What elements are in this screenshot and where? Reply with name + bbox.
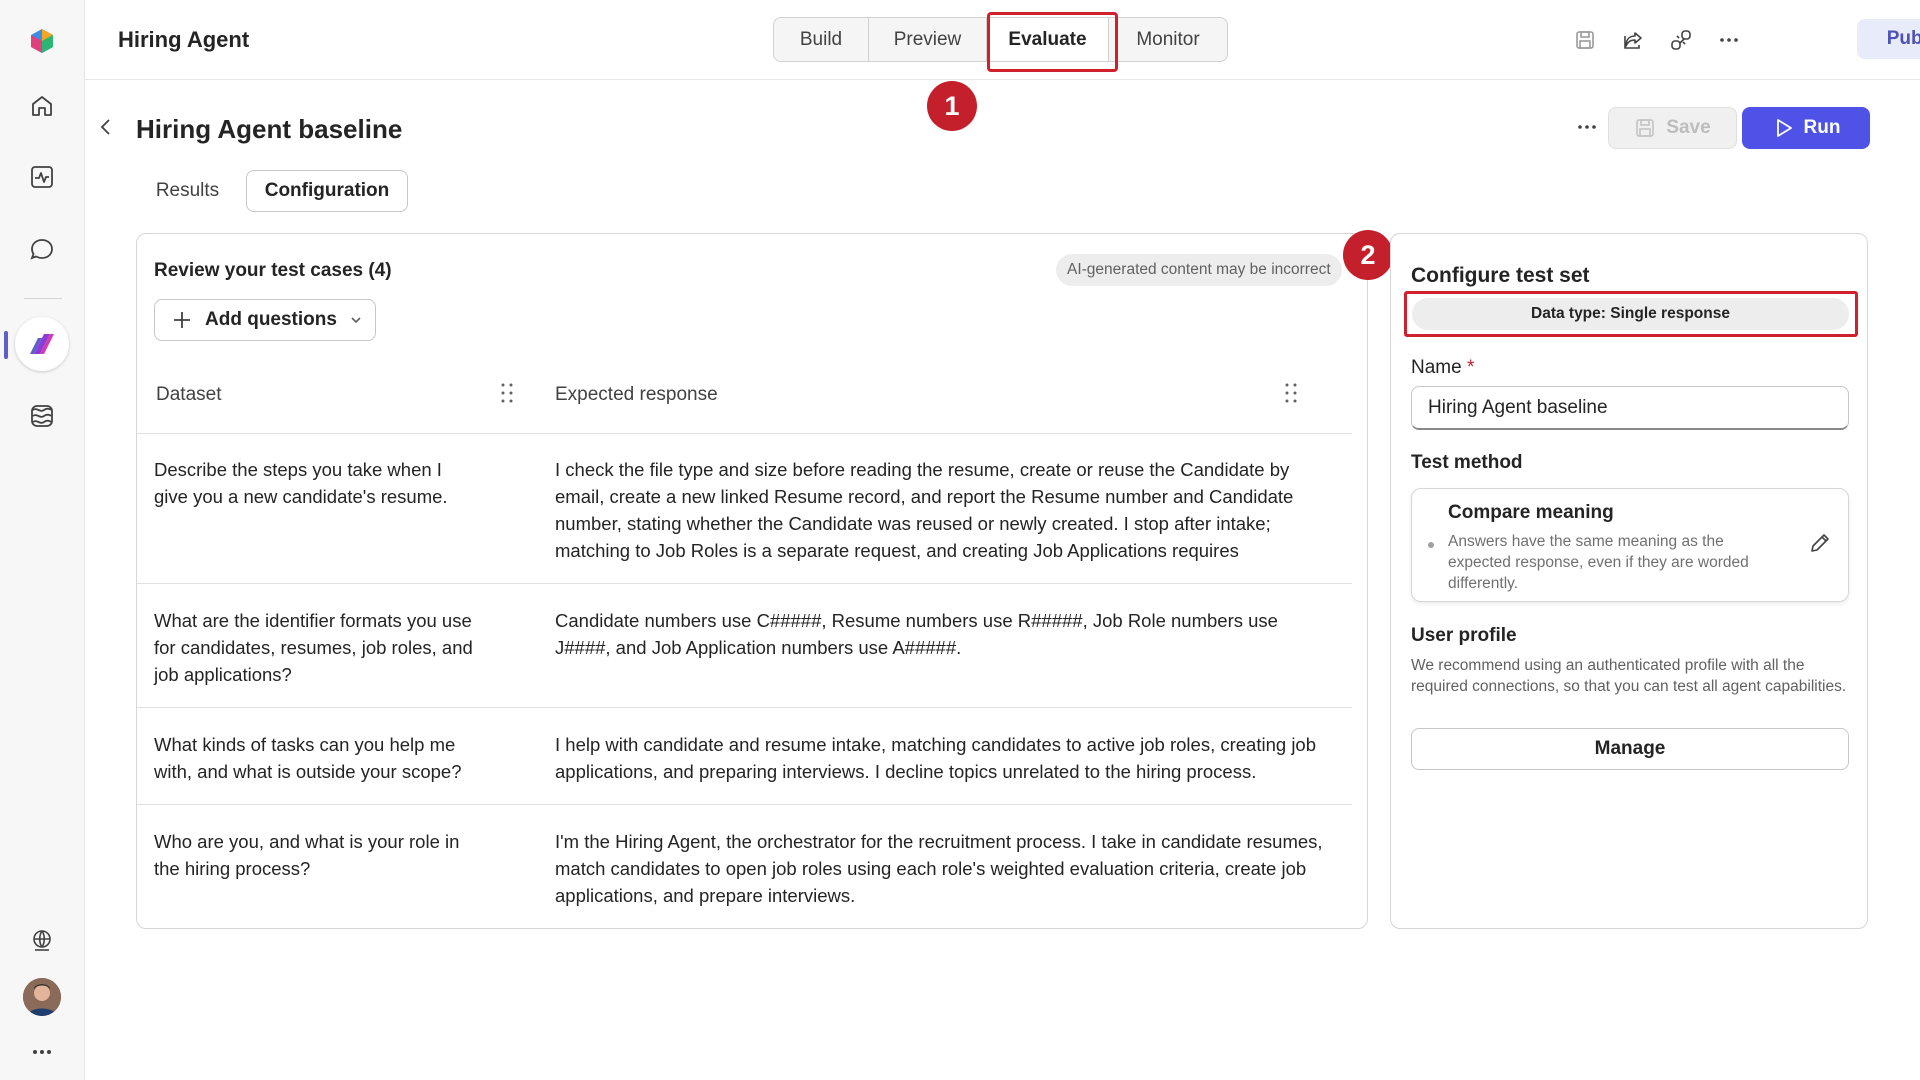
row-divider [137,433,1352,434]
row-divider [137,583,1352,584]
user-profile-label: User profile [1411,625,1517,646]
configure-panel: Configure test set Data type: Single res… [1390,233,1868,929]
row-divider [137,707,1352,708]
save-label: Save [1666,117,1711,138]
chat-icon[interactable] [20,227,64,271]
connections-icon[interactable] [1667,26,1695,54]
user-profile-description: We recommend using an authenticated prof… [1411,657,1847,695]
annotation-badge-2: 2 [1343,230,1393,280]
chevron-down-icon [351,317,361,324]
save-icon [1636,119,1655,137]
left-rail [0,0,85,1080]
method-description: Answers have the same meaning as the exp… [1448,533,1749,592]
run-button[interactable]: Run [1742,107,1870,149]
rail-divider [24,298,62,299]
name-field[interactable]: Hiring Agent baseline [1411,386,1849,430]
tab-monitor[interactable]: Monitor [1109,18,1227,61]
column-header-dataset: Dataset [156,384,222,405]
back-icon[interactable] [96,117,116,137]
save-button[interactable]: Save [1608,107,1737,149]
activity-icon[interactable] [20,155,64,199]
test-method-label: Test method [1411,452,1523,473]
more-icon[interactable] [1715,26,1743,54]
globe-icon[interactable] [20,918,64,962]
app-logo-icon[interactable] [20,19,64,63]
tab-results[interactable]: Results [140,170,235,212]
page-title: Hiring Agent baseline [136,114,403,144]
add-questions-button[interactable]: Add questions [154,299,376,341]
add-questions-label: Add questions [205,309,337,330]
annotation-badge-1: 1 [927,81,977,131]
tab-build[interactable]: Build [774,18,869,61]
dataset-cell: What are the identifier formats you use … [154,610,473,685]
page-more-icon[interactable] [1574,114,1600,140]
method-bullet-icon [1428,542,1434,548]
avatar[interactable] [23,978,61,1016]
run-label: Run [1803,117,1841,138]
publish-button[interactable]: Publish [1857,19,1920,59]
tab-preview[interactable]: Preview [869,18,987,61]
name-label: Name * [1411,357,1474,379]
expected-response-cell: I'm the Hiring Agent, the orchestrator f… [555,831,1323,906]
manage-button[interactable]: Manage [1411,728,1849,770]
expected-response-cell: I check the file type and size before re… [555,459,1294,561]
column-resize-grip-icon[interactable] [1284,381,1298,405]
test-cases-title: Review your test cases (4) [154,260,392,281]
test-cases-card: Review your test cases (4) AI-generated … [136,233,1368,929]
play-icon [1776,119,1792,137]
edit-pencil-icon[interactable] [1808,531,1832,555]
required-marker: * [1466,357,1475,378]
row-divider [137,804,1352,805]
agent-icon[interactable] [15,317,69,371]
evaluate-highlight [987,12,1118,72]
data-type-highlight [1404,291,1858,337]
app-title: Hiring Agent [118,27,250,52]
rail-active-indicator [4,331,8,359]
test-method-card[interactable]: Compare meaning Answers have the same me… [1411,488,1849,602]
column-resize-grip-icon[interactable] [500,381,514,405]
share-icon[interactable] [1619,26,1647,54]
dataset-cell: Describe the steps you take when I give … [154,459,448,507]
save-icon[interactable] [1571,26,1599,54]
home-icon[interactable] [20,84,64,128]
expected-response-cell: I help with candidate and resume intake,… [555,734,1317,782]
more-icon[interactable] [20,1030,64,1074]
name-label-text: Name [1411,357,1462,378]
ai-disclaimer-badge: AI-generated content may be incorrect [1056,254,1342,286]
method-title: Compare meaning [1448,502,1614,523]
library-icon[interactable] [20,394,64,438]
dataset-cell: What kinds of tasks can you help me with… [154,734,462,782]
dataset-cell: Who are you, and what is your role in th… [154,831,460,879]
plus-icon [174,312,190,328]
expected-response-cell: Candidate numbers use C#####, Resume num… [555,610,1278,658]
tab-configuration[interactable]: Configuration [246,170,408,212]
column-header-expected: Expected response [555,384,718,405]
configure-title: Configure test set [1411,264,1590,287]
